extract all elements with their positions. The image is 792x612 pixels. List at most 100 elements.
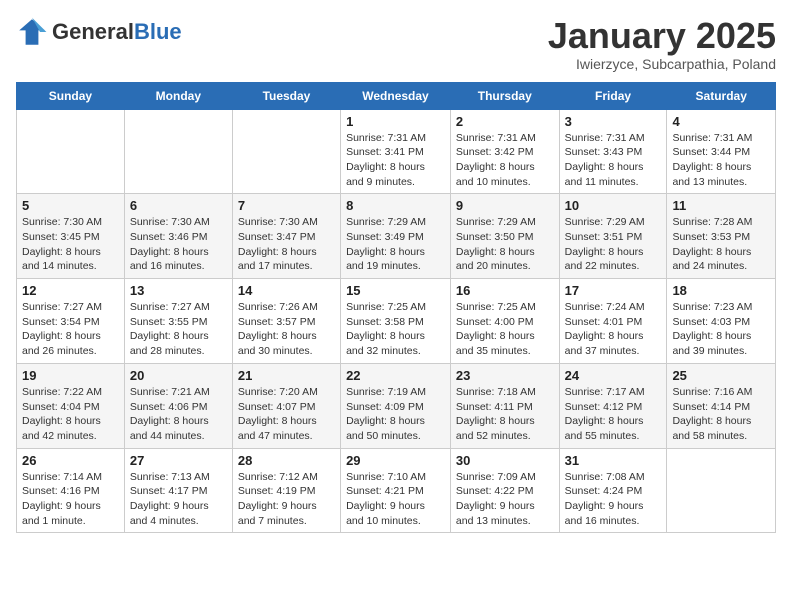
week-row-4: 19Sunrise: 7:22 AM Sunset: 4:04 PM Dayli…: [17, 363, 776, 448]
logo-blue-text: Blue: [134, 19, 182, 44]
day-number: 22: [346, 368, 445, 383]
day-detail: Sunrise: 7:19 AM Sunset: 4:09 PM Dayligh…: [346, 385, 445, 444]
day-detail: Sunrise: 7:30 AM Sunset: 3:46 PM Dayligh…: [130, 215, 227, 274]
day-detail: Sunrise: 7:21 AM Sunset: 4:06 PM Dayligh…: [130, 385, 227, 444]
day-cell: 31 Sunrise: 7:08 AM Sunset: 4:24 PM Dayli…: [559, 448, 667, 533]
header-cell-thursday: Thursday: [450, 82, 559, 109]
day-detail: Sunrise: 7:25 AM Sunset: 4:00 PM Dayligh…: [456, 300, 554, 359]
day-cell: 21Sunrise: 7:20 AM Sunset: 4:07 PM Dayli…: [232, 363, 340, 448]
header-cell-wednesday: Wednesday: [341, 82, 451, 109]
day-number: 28: [238, 453, 335, 468]
day-cell: 12Sunrise: 7:27 AM Sunset: 3:54 PM Dayli…: [17, 279, 125, 364]
day-cell: 1 Sunrise: 7:31 AM Sunset: 3:41 PM Daylig…: [341, 109, 451, 194]
logo-general-text: General: [52, 19, 134, 44]
day-number: 10: [565, 198, 662, 213]
logo: GeneralBlue: [16, 16, 182, 48]
page-header: GeneralBlue January 2025 Iwierzyce, Subc…: [16, 16, 776, 72]
day-detail: Sunrise: 7:29 AM Sunset: 3:51 PM Dayligh…: [565, 215, 662, 274]
day-cell: 24 Sunrise: 7:17 AM Sunset: 4:12 PM Dayli…: [559, 363, 667, 448]
day-detail: Sunrise: 7:17 AM Sunset: 4:12 PM Dayligh…: [565, 385, 662, 444]
day-cell: 17 Sunrise: 7:24 AM Sunset: 4:01 PM Dayli…: [559, 279, 667, 364]
day-cell: 14 Sunrise: 7:26 AM Sunset: 3:57 PM Dayli…: [232, 279, 340, 364]
day-cell: 29Sunrise: 7:10 AM Sunset: 4:21 PM Dayli…: [341, 448, 451, 533]
day-detail: Sunrise: 7:27 AM Sunset: 3:55 PM Dayligh…: [130, 300, 227, 359]
week-row-1: 1 Sunrise: 7:31 AM Sunset: 3:41 PM Daylig…: [17, 109, 776, 194]
day-cell: 2Sunrise: 7:31 AM Sunset: 3:42 PM Daylig…: [450, 109, 559, 194]
day-detail: Sunrise: 7:13 AM Sunset: 4:17 PM Dayligh…: [130, 470, 227, 529]
day-cell: [124, 109, 232, 194]
day-detail: Sunrise: 7:31 AM Sunset: 3:43 PM Dayligh…: [565, 131, 662, 190]
day-number: 5: [22, 198, 119, 213]
day-detail: Sunrise: 7:25 AM Sunset: 3:58 PM Dayligh…: [346, 300, 445, 359]
day-cell: 25 Sunrise: 7:16 AM Sunset: 4:14 PM Dayli…: [667, 363, 776, 448]
day-number: 11: [672, 198, 770, 213]
day-cell: 20Sunrise: 7:21 AM Sunset: 4:06 PM Dayli…: [124, 363, 232, 448]
day-number: 24: [565, 368, 662, 383]
day-cell: 10 Sunrise: 7:29 AM Sunset: 3:51 PM Dayli…: [559, 194, 667, 279]
day-detail: Sunrise: 7:30 AM Sunset: 3:47 PM Dayligh…: [238, 215, 335, 274]
week-row-2: 5 Sunrise: 7:30 AM Sunset: 3:45 PM Daylig…: [17, 194, 776, 279]
day-detail: Sunrise: 7:14 AM Sunset: 4:16 PM Dayligh…: [22, 470, 119, 529]
day-detail: Sunrise: 7:31 AM Sunset: 3:44 PM Dayligh…: [672, 131, 770, 190]
day-detail: Sunrise: 7:31 AM Sunset: 3:41 PM Dayligh…: [346, 131, 445, 190]
day-number: 25: [672, 368, 770, 383]
week-row-3: 12Sunrise: 7:27 AM Sunset: 3:54 PM Dayli…: [17, 279, 776, 364]
day-cell: 5 Sunrise: 7:30 AM Sunset: 3:45 PM Daylig…: [17, 194, 125, 279]
day-cell: 9 Sunrise: 7:29 AM Sunset: 3:50 PM Daylig…: [450, 194, 559, 279]
day-cell: [232, 109, 340, 194]
day-cell: 19Sunrise: 7:22 AM Sunset: 4:04 PM Dayli…: [17, 363, 125, 448]
day-detail: Sunrise: 7:24 AM Sunset: 4:01 PM Dayligh…: [565, 300, 662, 359]
day-detail: Sunrise: 7:12 AM Sunset: 4:19 PM Dayligh…: [238, 470, 335, 529]
day-number: 27: [130, 453, 227, 468]
day-cell: 15 Sunrise: 7:25 AM Sunset: 3:58 PM Dayli…: [341, 279, 451, 364]
day-cell: [17, 109, 125, 194]
month-title: January 2025: [548, 16, 776, 56]
day-detail: Sunrise: 7:10 AM Sunset: 4:21 PM Dayligh…: [346, 470, 445, 529]
day-cell: 11Sunrise: 7:28 AM Sunset: 3:53 PM Dayli…: [667, 194, 776, 279]
day-cell: 7Sunrise: 7:30 AM Sunset: 3:47 PM Daylig…: [232, 194, 340, 279]
location: Iwierzyce, Subcarpathia, Poland: [548, 56, 776, 72]
day-detail: Sunrise: 7:22 AM Sunset: 4:04 PM Dayligh…: [22, 385, 119, 444]
day-detail: Sunrise: 7:16 AM Sunset: 4:14 PM Dayligh…: [672, 385, 770, 444]
day-number: 26: [22, 453, 119, 468]
day-number: 30: [456, 453, 554, 468]
day-number: 31: [565, 453, 662, 468]
day-cell: 23 Sunrise: 7:18 AM Sunset: 4:11 PM Dayli…: [450, 363, 559, 448]
day-number: 9: [456, 198, 554, 213]
day-number: 16: [456, 283, 554, 298]
day-detail: Sunrise: 7:18 AM Sunset: 4:11 PM Dayligh…: [456, 385, 554, 444]
day-cell: 4 Sunrise: 7:31 AM Sunset: 3:44 PM Daylig…: [667, 109, 776, 194]
header-cell-sunday: Sunday: [17, 82, 125, 109]
day-number: 13: [130, 283, 227, 298]
day-cell: [667, 448, 776, 533]
day-number: 15: [346, 283, 445, 298]
day-number: 23: [456, 368, 554, 383]
day-number: 18: [672, 283, 770, 298]
day-cell: 6Sunrise: 7:30 AM Sunset: 3:46 PM Daylig…: [124, 194, 232, 279]
day-number: 8: [346, 198, 445, 213]
day-detail: Sunrise: 7:20 AM Sunset: 4:07 PM Dayligh…: [238, 385, 335, 444]
day-detail: Sunrise: 7:23 AM Sunset: 4:03 PM Dayligh…: [672, 300, 770, 359]
calendar-table: SundayMondayTuesdayWednesdayThursdayFrid…: [16, 82, 776, 534]
day-cell: 27 Sunrise: 7:13 AM Sunset: 4:17 PM Dayli…: [124, 448, 232, 533]
logo-icon: [16, 16, 48, 48]
day-number: 14: [238, 283, 335, 298]
header-cell-monday: Monday: [124, 82, 232, 109]
day-cell: 18 Sunrise: 7:23 AM Sunset: 4:03 PM Dayli…: [667, 279, 776, 364]
calendar-header: SundayMondayTuesdayWednesdayThursdayFrid…: [17, 82, 776, 109]
day-detail: Sunrise: 7:29 AM Sunset: 3:50 PM Dayligh…: [456, 215, 554, 274]
day-number: 3: [565, 114, 662, 129]
day-number: 1: [346, 114, 445, 129]
day-detail: Sunrise: 7:08 AM Sunset: 4:24 PM Dayligh…: [565, 470, 662, 529]
day-detail: Sunrise: 7:27 AM Sunset: 3:54 PM Dayligh…: [22, 300, 119, 359]
day-detail: Sunrise: 7:30 AM Sunset: 3:45 PM Dayligh…: [22, 215, 119, 274]
day-detail: Sunrise: 7:29 AM Sunset: 3:49 PM Dayligh…: [346, 215, 445, 274]
day-number: 4: [672, 114, 770, 129]
day-cell: 28 Sunrise: 7:12 AM Sunset: 4:19 PM Dayli…: [232, 448, 340, 533]
header-cell-saturday: Saturday: [667, 82, 776, 109]
day-cell: 8 Sunrise: 7:29 AM Sunset: 3:49 PM Daylig…: [341, 194, 451, 279]
day-detail: Sunrise: 7:26 AM Sunset: 3:57 PM Dayligh…: [238, 300, 335, 359]
day-number: 17: [565, 283, 662, 298]
day-detail: Sunrise: 7:31 AM Sunset: 3:42 PM Dayligh…: [456, 131, 554, 190]
day-cell: 22 Sunrise: 7:19 AM Sunset: 4:09 PM Dayli…: [341, 363, 451, 448]
